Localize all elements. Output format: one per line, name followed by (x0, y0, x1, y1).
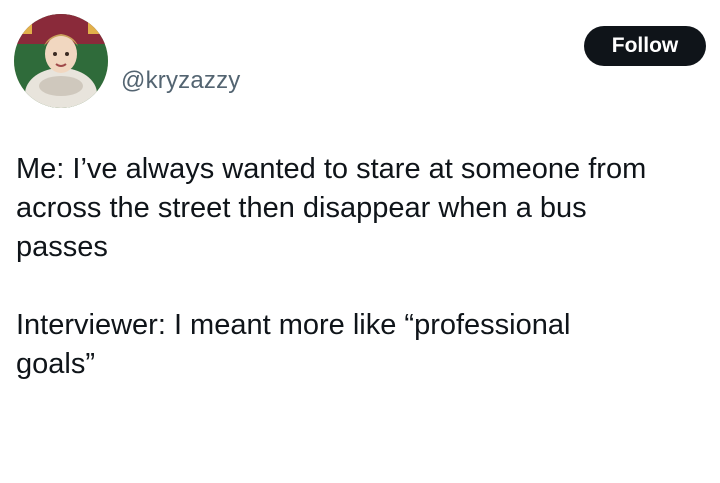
tweet-header: @kryzazzy Follow (14, 14, 706, 110)
tweet-text: Me: I’ve always wanted to stare at someo… (16, 150, 706, 423)
author-handle[interactable]: @kryzazzy (121, 67, 241, 95)
tweet-paragraph: Interviewer: I meant more like “professi… (16, 309, 571, 380)
follow-button[interactable]: Follow (584, 26, 706, 66)
profile-avatar-icon (14, 14, 108, 108)
avatar[interactable] (14, 14, 108, 108)
tweet-paragraph: Me: I’ve always wanted to stare at someo… (16, 153, 647, 263)
